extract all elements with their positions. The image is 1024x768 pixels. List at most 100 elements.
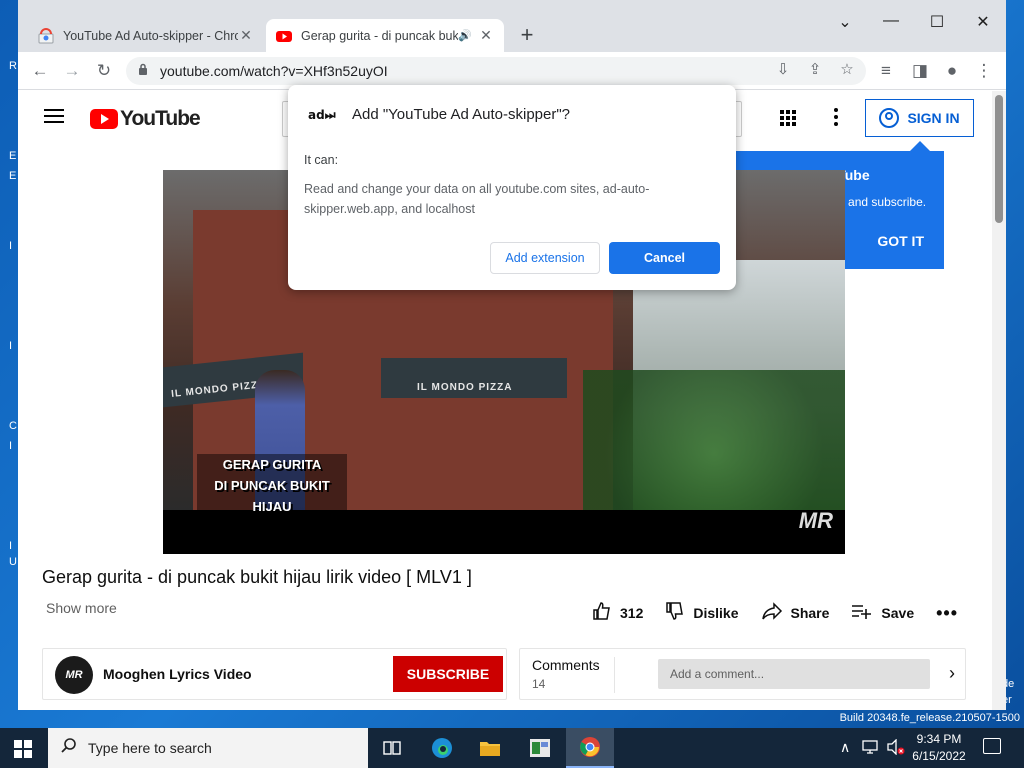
add-to-playlist-icon <box>851 603 873 624</box>
network-icon[interactable] <box>862 739 880 758</box>
windows-taskbar: Type here to search ∧ 9:34 PM 6/15/2022 <box>0 728 1024 768</box>
clock-date: 6/15/2022 <box>912 749 966 763</box>
minimize-button[interactable]: — <box>876 12 906 30</box>
url-text[interactable]: youtube.com/watch?v=XHf3n52uyOI <box>160 63 388 79</box>
server-manager-icon[interactable] <box>516 728 564 768</box>
channel-avatar[interactable]: MR <box>55 656 93 694</box>
search-icon <box>60 737 78 760</box>
window-close-button[interactable]: ✕ <box>968 12 998 32</box>
dialog-title: Add "YouTube Ad Auto-skipper"? <box>352 106 571 123</box>
tab-title: Gerap gurita - di puncak buk <box>301 28 459 43</box>
video-title: Gerap gurita - di puncak bukit hijau lir… <box>42 567 472 587</box>
desktop-edge-letter: U <box>9 556 17 568</box>
chrome-taskbar-icon[interactable] <box>566 728 614 768</box>
windows-start-icon[interactable] <box>14 740 32 758</box>
like-count: 312 <box>620 605 644 621</box>
notification-center-icon[interactable] <box>983 738 1001 754</box>
desktop-edge-letter: I <box>9 540 13 552</box>
taskbar-search-box[interactable]: Type here to search <box>48 728 368 768</box>
close-icon[interactable]: ✕ <box>478 27 494 44</box>
page-scrollbar[interactable] <box>992 91 1006 710</box>
build-watermark: Build 20348.fe_release.210507-1500 <box>839 712 1020 724</box>
edge-browser-icon[interactable] <box>418 728 466 768</box>
clock-time: 9:34 PM <box>916 732 962 746</box>
install-icon[interactable]: ⇩ <box>772 60 794 78</box>
forward-icon[interactable]: → <box>60 59 84 83</box>
reload-icon[interactable]: ↻ <box>92 59 116 83</box>
desktop-edge-letter: R <box>9 60 17 72</box>
chrome-menu-icon[interactable]: ⋮ <box>972 59 996 83</box>
profile-avatar-icon[interactable]: ● <box>940 59 964 83</box>
like-button[interactable]: 312 <box>592 601 643 626</box>
save-button[interactable]: Save <box>851 603 914 624</box>
scrollbar-thumb[interactable] <box>995 95 1003 223</box>
share-arrow-icon <box>761 601 783 626</box>
thumbs-down-icon <box>665 601 685 626</box>
comments-count: 14 <box>532 677 546 691</box>
system-clock[interactable]: 9:34 PM 6/15/2022 <box>906 731 972 765</box>
add-extension-button[interactable]: Add extension <box>490 242 600 274</box>
tab-ad-auto-skipper[interactable]: YouTube Ad Auto-skipper - Chro ✕ <box>28 19 264 52</box>
caption-line: DI PUNCAK BUKIT HIJAU <box>214 478 330 514</box>
tab-search-icon[interactable]: ⌄ <box>830 12 860 32</box>
apps-grid-icon[interactable] <box>780 110 796 126</box>
youtube-favicon-icon <box>276 30 292 42</box>
dialog-permission: Read and change your data on all youtube… <box>304 182 650 216</box>
youtube-logo[interactable]: YouTube <box>90 107 201 131</box>
task-view-icon[interactable] <box>368 728 416 768</box>
back-icon[interactable]: ← <box>28 59 52 83</box>
account-icon <box>879 108 900 128</box>
tab-strip: YouTube Ad Auto-skipper - Chro ✕ Gerap g… <box>18 0 1006 52</box>
side-panel-icon[interactable]: ◨ <box>908 59 932 83</box>
media-control-icon[interactable]: ≡ <box>874 59 898 83</box>
desktop-edge-letter: I <box>9 440 13 452</box>
tab-youtube-video[interactable]: Gerap gurita - di puncak buk 🔊 ✕ <box>266 19 504 52</box>
share-icon[interactable]: ⇪ <box>804 60 826 78</box>
desktop-edge-letter: I <box>9 340 13 352</box>
cancel-button[interactable]: Cancel <box>609 242 720 274</box>
settings-kebab-icon[interactable] <box>834 108 838 129</box>
save-label: Save <box>881 605 915 621</box>
desktop-edge-letter: E <box>9 150 17 162</box>
video-caption: GERAP GURITA DI PUNCAK BUKIT HIJAU <box>197 454 347 517</box>
maximize-button[interactable]: ☐ <box>922 12 952 32</box>
volume-muted-icon[interactable] <box>886 738 906 758</box>
channel-card: MR Mooghen Lyrics Video SUBSCRIBE <box>42 648 507 700</box>
channel-name[interactable]: Mooghen Lyrics Video <box>103 666 252 682</box>
youtube-play-icon <box>90 109 118 129</box>
comments-panel: Comments 14 Add a comment... › <box>519 648 966 700</box>
chevron-right-icon[interactable]: › <box>949 663 955 684</box>
video-actions: 312 Dislike Share Save ••• <box>592 601 958 626</box>
dislike-label: Dislike <box>693 605 739 621</box>
bookmark-star-icon[interactable]: ☆ <box>836 60 858 78</box>
got-it-button[interactable]: GOT IT <box>877 233 924 249</box>
extension-icon: ad⏭ <box>308 108 336 122</box>
chevron-up-icon[interactable]: ∧ <box>840 739 850 756</box>
hamburger-menu-icon[interactable] <box>44 109 64 123</box>
address-bar[interactable]: youtube.com/watch?v=XHf3n52uyOI ⇩ ⇪ ☆ <box>126 57 866 85</box>
desktop-edge-letter: C <box>9 420 17 432</box>
chrome-webstore-icon <box>38 27 54 43</box>
tab-title: YouTube Ad Auto-skipper - Chro <box>63 28 238 43</box>
file-explorer-icon[interactable] <box>466 728 514 768</box>
share-button[interactable]: Share <box>761 601 830 626</box>
desktop-icons-edge: R E E I I I C I U <box>0 0 18 728</box>
add-comment-input[interactable]: Add a comment... <box>658 659 930 689</box>
caption-line: GERAP GURITA <box>222 457 322 472</box>
new-tab-button[interactable]: + <box>516 22 538 48</box>
video-plants <box>583 370 845 510</box>
sign-in-label: SIGN IN <box>907 110 960 126</box>
subscribe-button[interactable]: SUBSCRIBE <box>393 656 503 692</box>
taskbar-search-placeholder: Type here to search <box>88 740 212 756</box>
speaker-icon[interactable]: 🔊 <box>458 29 472 42</box>
youtube-wordmark: YouTube <box>120 107 201 130</box>
dislike-button[interactable]: Dislike <box>665 601 739 626</box>
show-more-link[interactable]: Show more <box>46 600 117 616</box>
more-actions-icon[interactable]: ••• <box>936 603 958 624</box>
lock-icon <box>138 63 148 78</box>
comments-label: Comments <box>532 657 600 673</box>
desktop-edge-letter: I <box>9 240 13 252</box>
close-icon[interactable]: ✕ <box>238 27 254 44</box>
share-label: Share <box>790 605 830 621</box>
sign-in-button[interactable]: SIGN IN <box>865 99 974 137</box>
